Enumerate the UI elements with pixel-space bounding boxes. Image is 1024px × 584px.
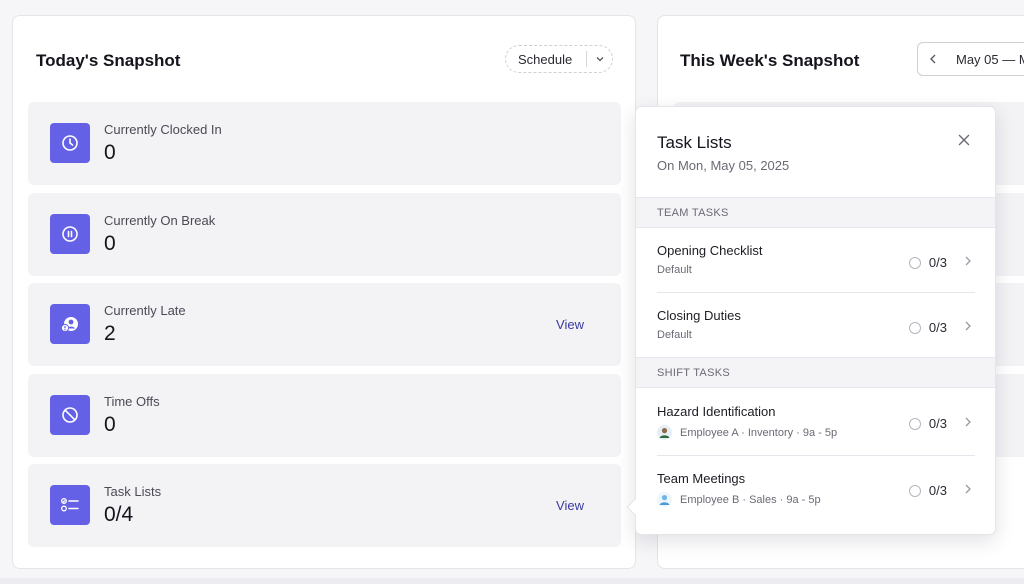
task-row-closing-duties[interactable]: Closing Duties Default 0/3 (657, 308, 975, 358)
progress-circle-icon (908, 417, 921, 430)
stat-label: Currently Clocked In (104, 122, 222, 137)
week-date-range: May 05 — M (956, 51, 1024, 67)
todays-snapshot-title: Today's Snapshot (36, 51, 181, 70)
view-late-link[interactable]: View (556, 317, 584, 332)
progress-circle-icon (908, 484, 921, 497)
schedule-label: Schedule (518, 51, 573, 67)
schedule-dropdown[interactable]: Schedule (505, 45, 613, 73)
team-tasks-header: TEAM TASKS (636, 197, 995, 228)
avatar (657, 425, 672, 440)
stat-label: Currently On Break (104, 213, 216, 228)
task-progress-value: 0/3 (928, 320, 947, 335)
chevron-left-icon[interactable] (918, 54, 948, 64)
task-row-hazard-identification[interactable]: Hazard Identification Employee A · Inven… (657, 404, 975, 456)
task-row-team-meetings[interactable]: Team Meetings Employee B · Sales · 9a - … (657, 471, 975, 521)
shift-tasks-header: SHIFT TASKS (636, 357, 995, 388)
this-week-snapshot-title: This Week's Snapshot (680, 51, 860, 70)
task-progress: 0/3 (908, 416, 947, 431)
late-user-icon (50, 304, 90, 344)
popover-title: Task Lists (657, 133, 732, 152)
bottom-edge (0, 578, 1024, 584)
stat-label: Task Lists (104, 484, 162, 499)
task-name: Closing Duties (657, 308, 741, 323)
task-progress: 0/3 (908, 483, 947, 498)
stat-value: 0 (104, 413, 116, 436)
stat-card-late: Currently Late 2 View (28, 283, 621, 366)
chevron-right-icon (965, 484, 971, 494)
task-progress: 0/3 (908, 255, 947, 270)
task-sub: Employee B · Sales · 9a - 5p (680, 493, 821, 506)
task-progress-value: 0/3 (928, 416, 947, 431)
stat-card-time-offs: Time Offs 0 (28, 374, 621, 457)
task-row-opening-checklist[interactable]: Opening Checklist Default 0/3 (657, 243, 975, 293)
task-lists-popover: Task Lists On Mon, May 05, 2025 TEAM TAS… (626, 106, 996, 535)
stat-card-clocked-in: Currently Clocked In 0 (28, 102, 621, 185)
avatar (657, 492, 672, 507)
task-sub-row: Employee A · Inventory · 9a - 5p (657, 425, 837, 440)
view-task-lists-link[interactable]: View (556, 498, 584, 513)
stat-label: Currently Late (104, 303, 186, 318)
checklist-icon (50, 485, 90, 525)
stat-label: Time Offs (104, 394, 160, 409)
task-progress: 0/3 (908, 320, 947, 335)
week-date-picker[interactable]: May 05 — M (917, 42, 1024, 76)
todays-snapshot-panel: Today's Snapshot Schedule Currently Cloc… (12, 15, 636, 569)
stat-value: 2 (104, 322, 116, 345)
task-sub: Default (657, 329, 692, 341)
ban-icon (50, 395, 90, 435)
stat-value: 0/4 (104, 503, 134, 526)
popover-subtitle: On Mon, May 05, 2025 (657, 158, 790, 173)
chevron-right-icon (965, 256, 971, 266)
stat-value: 0 (104, 232, 116, 255)
stat-card-task-lists: Task Lists 0/4 View (28, 464, 621, 547)
task-progress-value: 0/3 (928, 483, 947, 498)
task-sub: Default (657, 264, 692, 276)
stat-card-on-break: Currently On Break 0 (28, 193, 621, 276)
clock-icon (50, 123, 90, 163)
pause-icon (50, 214, 90, 254)
task-sub-row: Employee B · Sales · 9a - 5p (657, 492, 821, 507)
task-progress-value: 0/3 (928, 255, 947, 270)
chevron-right-icon (965, 417, 971, 427)
progress-circle-icon (908, 321, 921, 334)
chevron-right-icon (965, 321, 971, 331)
task-name: Team Meetings (657, 471, 746, 486)
task-sub: Employee A · Inventory · 9a - 5p (680, 426, 838, 439)
stat-value: 0 (104, 141, 116, 164)
task-name: Opening Checklist (657, 243, 763, 258)
task-name: Hazard Identification (657, 404, 776, 419)
progress-circle-icon (908, 256, 921, 269)
chevron-down-icon[interactable] (587, 56, 612, 62)
close-icon[interactable] (955, 131, 973, 149)
